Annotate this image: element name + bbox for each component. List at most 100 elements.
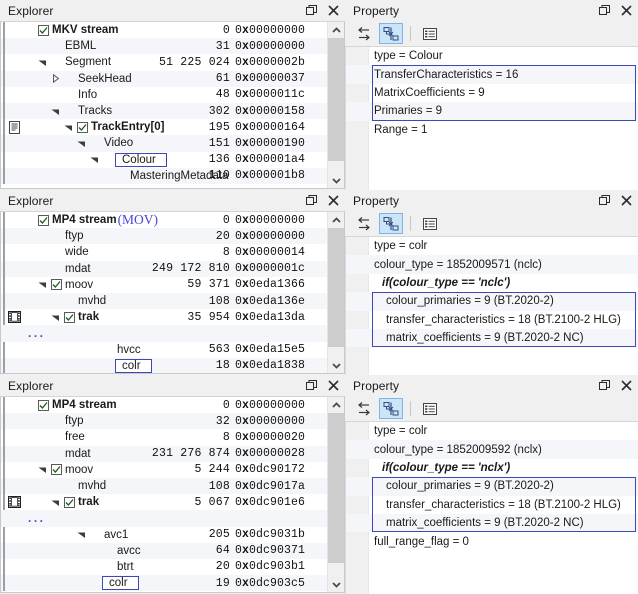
- tree-row[interactable]: moov 59 371 0x0eda1366: [1, 276, 327, 293]
- expander-collapse-icon[interactable]: [36, 58, 49, 67]
- tree-row-ellipsis[interactable]: ...: [1, 591, 327, 592]
- list-view-icon[interactable]: [418, 398, 442, 419]
- tree-row[interactable]: Tracks 302 0x00000158: [1, 102, 327, 120]
- expander-collapse-icon[interactable]: [88, 155, 101, 164]
- property-row[interactable]: colour_type = 1852009592 (nclx): [346, 440, 638, 459]
- tree-row[interactable]: MP4 stream 0 0x00000000: [1, 397, 327, 414]
- collapse-to-center-icon[interactable]: [379, 23, 403, 44]
- close-icon[interactable]: [323, 191, 343, 210]
- close-icon[interactable]: [616, 376, 636, 395]
- scroll-up-icon[interactable]: [328, 397, 344, 413]
- expander-collapse-icon[interactable]: [62, 123, 75, 132]
- expander-collapse-icon[interactable]: [49, 313, 62, 322]
- tree-row[interactable]: Info 48 0x0000011c: [1, 86, 327, 103]
- expander-collapse-icon[interactable]: [75, 139, 88, 148]
- tree-row[interactable]: moov 5 244 0x0dc90172: [1, 461, 327, 478]
- tree-row[interactable]: avcc 64 0x0dc90371: [1, 542, 327, 559]
- tree-rows[interactable]: MP4 stream 0 0x00000000 ftyp 32 0x00000000 fre…: [1, 397, 327, 592]
- float-window-icon[interactable]: [594, 376, 614, 395]
- sort-swap-icon[interactable]: [352, 23, 376, 44]
- close-icon[interactable]: [323, 1, 343, 20]
- tree-row[interactable]: free 8 0x00000020: [1, 429, 327, 446]
- property-row[interactable]: transfer_characteristics = 18 (BT.2100-2…: [346, 496, 638, 514]
- float-window-icon[interactable]: [594, 1, 614, 20]
- row-checkbox[interactable]: [49, 279, 63, 291]
- property-row[interactable]: type = colr: [346, 237, 638, 255]
- row-checkbox[interactable]: [36, 24, 50, 36]
- tree-row[interactable]: btrt 20 0x0dc903b1: [1, 558, 327, 576]
- property-row[interactable]: matrix_coefficients = 9 (BT.2020-2 NC): [346, 513, 638, 533]
- float-window-icon[interactable]: [594, 191, 614, 210]
- scrollbar-thumb[interactable]: [328, 38, 344, 162]
- scroll-up-icon[interactable]: [328, 22, 344, 38]
- selected-node-box[interactable]: colr: [102, 576, 139, 591]
- property-row[interactable]: transfer_characteristics = 18 (BT.2100-2…: [346, 311, 638, 329]
- tree-row[interactable]: trak 35 954 0x0eda13da: [1, 309, 327, 326]
- property-row[interactable]: full_range_flag = 0: [346, 532, 638, 550]
- float-window-icon[interactable]: [301, 191, 321, 210]
- list-view-icon[interactable]: [418, 23, 442, 44]
- property-row[interactable]: colour_primaries = 9 (BT.2020-2): [346, 477, 638, 496]
- tree-rows[interactable]: MP4 stream (MOV) 0 0x00000000 ftyp 20 0x000000…: [1, 212, 327, 373]
- collapse-to-center-icon[interactable]: [379, 213, 403, 234]
- list-view-icon[interactable]: [418, 213, 442, 234]
- property-row[interactable]: colour_type = 1852009571 (nclc): [346, 255, 638, 274]
- property-list-1[interactable]: type = Colour TransferCharacteristics = 1…: [345, 47, 638, 190]
- sort-swap-icon[interactable]: [352, 213, 376, 234]
- tree-row[interactable]: EBML 31 0x00000000: [1, 38, 327, 55]
- scroll-down-icon[interactable]: [328, 576, 344, 592]
- property-row[interactable]: MatrixCoefficients = 9: [346, 84, 638, 102]
- scrollbar-track[interactable]: [328, 413, 344, 576]
- row-checkbox[interactable]: [75, 121, 89, 133]
- tree-row[interactable]: Colour 136 0x000001a4: [1, 151, 327, 168]
- tree-row[interactable]: ftyp 32 0x00000000: [1, 413, 327, 430]
- property-row[interactable]: TransferCharacteristics = 16: [346, 65, 638, 84]
- property-row[interactable]: if(colour_type == 'nclx'): [346, 459, 638, 477]
- scrollbar-thumb[interactable]: [328, 413, 344, 563]
- close-icon[interactable]: [616, 1, 636, 20]
- tree-row[interactable]: colr 18 0x0eda1838: [1, 357, 327, 373]
- tree-row-ellipsis[interactable]: ...: [1, 184, 327, 188]
- row-checkbox[interactable]: [36, 399, 50, 411]
- property-list-3[interactable]: type = colr colour_type = 1852009592 (ncl…: [345, 422, 638, 594]
- row-checkbox[interactable]: [62, 496, 76, 508]
- tree-row[interactable]: Video 151 0x00000190: [1, 135, 327, 152]
- expander-expand-icon[interactable]: [49, 74, 62, 84]
- tree-row[interactable]: TrackEntry[0] 195 0x00000164: [1, 119, 327, 136]
- scrollbar-track[interactable]: [328, 38, 344, 172]
- scrollbar-track[interactable]: [328, 228, 344, 357]
- expander-collapse-icon[interactable]: [49, 498, 62, 507]
- property-row[interactable]: colour_primaries = 9 (BT.2020-2): [346, 292, 638, 311]
- property-row[interactable]: Range = 1: [346, 121, 638, 139]
- tree-row[interactable]: trak 5 067 0x0dc901e6: [1, 494, 327, 511]
- tree-row[interactable]: avc1 205 0x0dc9031b: [1, 526, 327, 543]
- scroll-down-icon[interactable]: [328, 172, 344, 188]
- scrollbar-thumb[interactable]: [328, 228, 344, 347]
- tree-row[interactable]: MKV stream 0 0x00000000: [1, 22, 327, 39]
- close-icon[interactable]: [323, 376, 343, 395]
- row-checkbox[interactable]: [49, 464, 63, 476]
- tree-row[interactable]: MP4 stream (MOV) 0 0x00000000: [1, 212, 327, 229]
- sort-swap-icon[interactable]: [352, 398, 376, 419]
- tree-row[interactable]: mvhd 108 0x0dc9017a: [1, 477, 327, 495]
- explorer-scrollbar-3[interactable]: [327, 397, 344, 592]
- close-icon[interactable]: [616, 191, 636, 210]
- expander-collapse-icon[interactable]: [36, 280, 49, 289]
- collapse-to-center-icon[interactable]: [379, 398, 403, 419]
- tree-row[interactable]: ftyp 20 0x00000000: [1, 228, 327, 245]
- property-row[interactable]: if(colour_type == 'nclc'): [346, 274, 638, 292]
- tree-row[interactable]: MasteringMetadata 110 0x000001b8: [1, 167, 327, 184]
- float-window-icon[interactable]: [301, 376, 321, 395]
- explorer-scrollbar-1[interactable]: [327, 22, 344, 188]
- property-row[interactable]: Primaries = 9: [346, 102, 638, 121]
- tree-row[interactable]: mdat 249 172 810 0x0000001c: [1, 260, 327, 277]
- tree-row[interactable]: hvcc 563 0x0eda15e5: [1, 341, 327, 358]
- property-row[interactable]: type = Colour: [346, 47, 638, 65]
- row-checkbox[interactable]: [62, 311, 76, 323]
- tree-row[interactable]: SeekHead 61 0x00000037: [1, 70, 327, 87]
- expander-collapse-icon[interactable]: [49, 107, 62, 116]
- property-list-2[interactable]: type = colr colour_type = 1852009571 (ncl…: [345, 237, 638, 375]
- tree-row[interactable]: Segment 51 225 024 0x0000002b: [1, 54, 327, 71]
- tree-row[interactable]: mvhd 108 0x0eda136e: [1, 292, 327, 310]
- scroll-up-icon[interactable]: [328, 212, 344, 228]
